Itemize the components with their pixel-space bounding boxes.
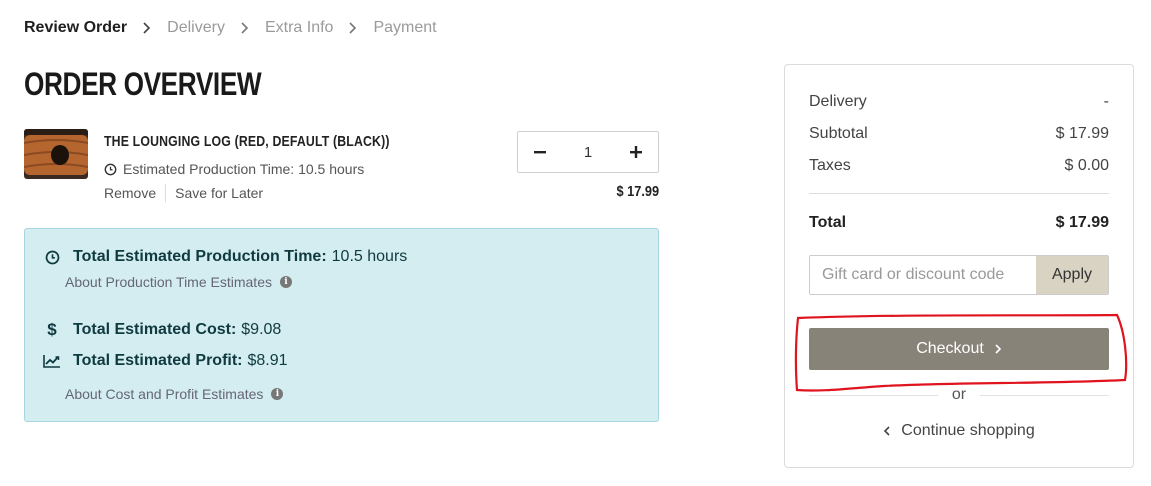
or-line-left: [809, 394, 938, 396]
breadcrumb: Review Order Delivery Extra Info Payment: [24, 18, 437, 38]
estimates-panel: Total Estimated Production Time: 10.5 ho…: [24, 228, 659, 422]
item-actions: Remove Save for Later: [104, 184, 263, 202]
production-estimate-value: 10.5 hours: [331, 248, 408, 265]
profit-estimate-label: Total Estimated Profit:: [73, 352, 243, 369]
info-icon[interactable]: i: [280, 276, 292, 288]
chevron-right-icon: [333, 22, 373, 34]
dollar-icon: $: [47, 320, 57, 339]
breadcrumb-payment[interactable]: Payment: [373, 19, 436, 37]
cost-estimates-link[interactable]: About Cost and Profit Estimates i: [65, 386, 284, 402]
production-estimates-link[interactable]: About Production Time Estimates i: [65, 274, 292, 290]
summary-divider: [809, 193, 1109, 194]
subtotal-value: $ 17.99: [1055, 125, 1109, 142]
save-for-later-link[interactable]: Save for Later: [175, 185, 263, 201]
cost-estimate-value: $9.08: [241, 321, 282, 338]
delivery-label: Delivery: [809, 93, 867, 110]
taxes-value: $ 0.00: [1064, 157, 1109, 174]
order-summary: Delivery - Subtotal $ 17.99 Taxes $ 0.00…: [784, 64, 1134, 468]
or-text: or: [951, 386, 967, 403]
summary-total-row: Total $ 17.99: [809, 214, 1109, 232]
subtotal-label: Subtotal: [809, 125, 868, 142]
discount-form: Apply: [809, 255, 1109, 295]
info-icon[interactable]: i: [271, 388, 284, 400]
clock-icon: [104, 163, 117, 175]
chevron-left-icon: [884, 426, 890, 436]
breadcrumb-extra-info[interactable]: Extra Info: [265, 19, 333, 37]
production-estimate-label: Total Estimated Production Time:: [73, 248, 327, 265]
breadcrumb-delivery[interactable]: Delivery: [167, 19, 225, 37]
total-label: Total: [809, 214, 847, 231]
cost-estimate: $ Total Estimated Cost: $9.08: [43, 320, 281, 340]
item-price: $ 17.99: [616, 183, 659, 200]
page-title: ORDER OVERVIEW: [24, 66, 262, 102]
remove-link[interactable]: Remove: [104, 185, 156, 201]
taxes-label: Taxes: [809, 157, 851, 174]
quantity-value[interactable]: 1: [568, 144, 608, 161]
chevron-right-icon: [225, 22, 265, 34]
summary-delivery-row: Delivery -: [809, 93, 1109, 111]
checkout-button[interactable]: Checkout: [809, 328, 1109, 370]
continue-shopping-text[interactable]: Continue shopping: [901, 422, 1034, 440]
production-time: Estimated Production Time: 10.5 hours: [104, 161, 364, 177]
clock-icon: [43, 250, 61, 265]
summary-taxes-row: Taxes $ 0.00: [809, 157, 1109, 175]
quantity-stepper: 1: [517, 131, 659, 173]
profit-estimate: Total Estimated Profit: $8.91: [43, 352, 288, 370]
discount-code-input[interactable]: [810, 256, 1036, 294]
chevron-right-icon: [127, 22, 167, 34]
apply-button[interactable]: Apply: [1036, 256, 1108, 294]
production-estimates-link-text[interactable]: About Production Time Estimates: [65, 274, 272, 290]
product-thumbnail[interactable]: [24, 129, 88, 179]
breadcrumb-review-order[interactable]: Review Order: [24, 19, 127, 37]
continue-shopping-link[interactable]: Continue shopping: [785, 422, 1133, 440]
or-line-right: [980, 394, 1110, 396]
or-separator: or: [809, 385, 1110, 405]
checkout-label: Checkout: [916, 340, 984, 357]
production-time-text: Estimated Production Time: 10.5 hours: [123, 161, 365, 177]
cost-estimate-label: Total Estimated Cost:: [73, 321, 237, 338]
delivery-value: -: [1103, 93, 1109, 110]
product-name[interactable]: THE LOUNGING LOG (RED, DEFAULT (BLACK)): [104, 133, 390, 150]
summary-subtotal-row: Subtotal $ 17.99: [809, 125, 1109, 143]
cost-estimates-link-text[interactable]: About Cost and Profit Estimates: [65, 386, 263, 402]
plus-icon[interactable]: [614, 132, 658, 172]
chart-line-icon: [43, 354, 61, 368]
total-value: $ 17.99: [1055, 214, 1109, 231]
profit-estimate-value: $8.91: [247, 352, 288, 369]
action-divider: [165, 184, 167, 202]
chevron-right-icon: [995, 344, 1001, 354]
production-estimate: Total Estimated Production Time: 10.5 ho…: [43, 248, 407, 266]
minus-icon[interactable]: [518, 132, 562, 172]
